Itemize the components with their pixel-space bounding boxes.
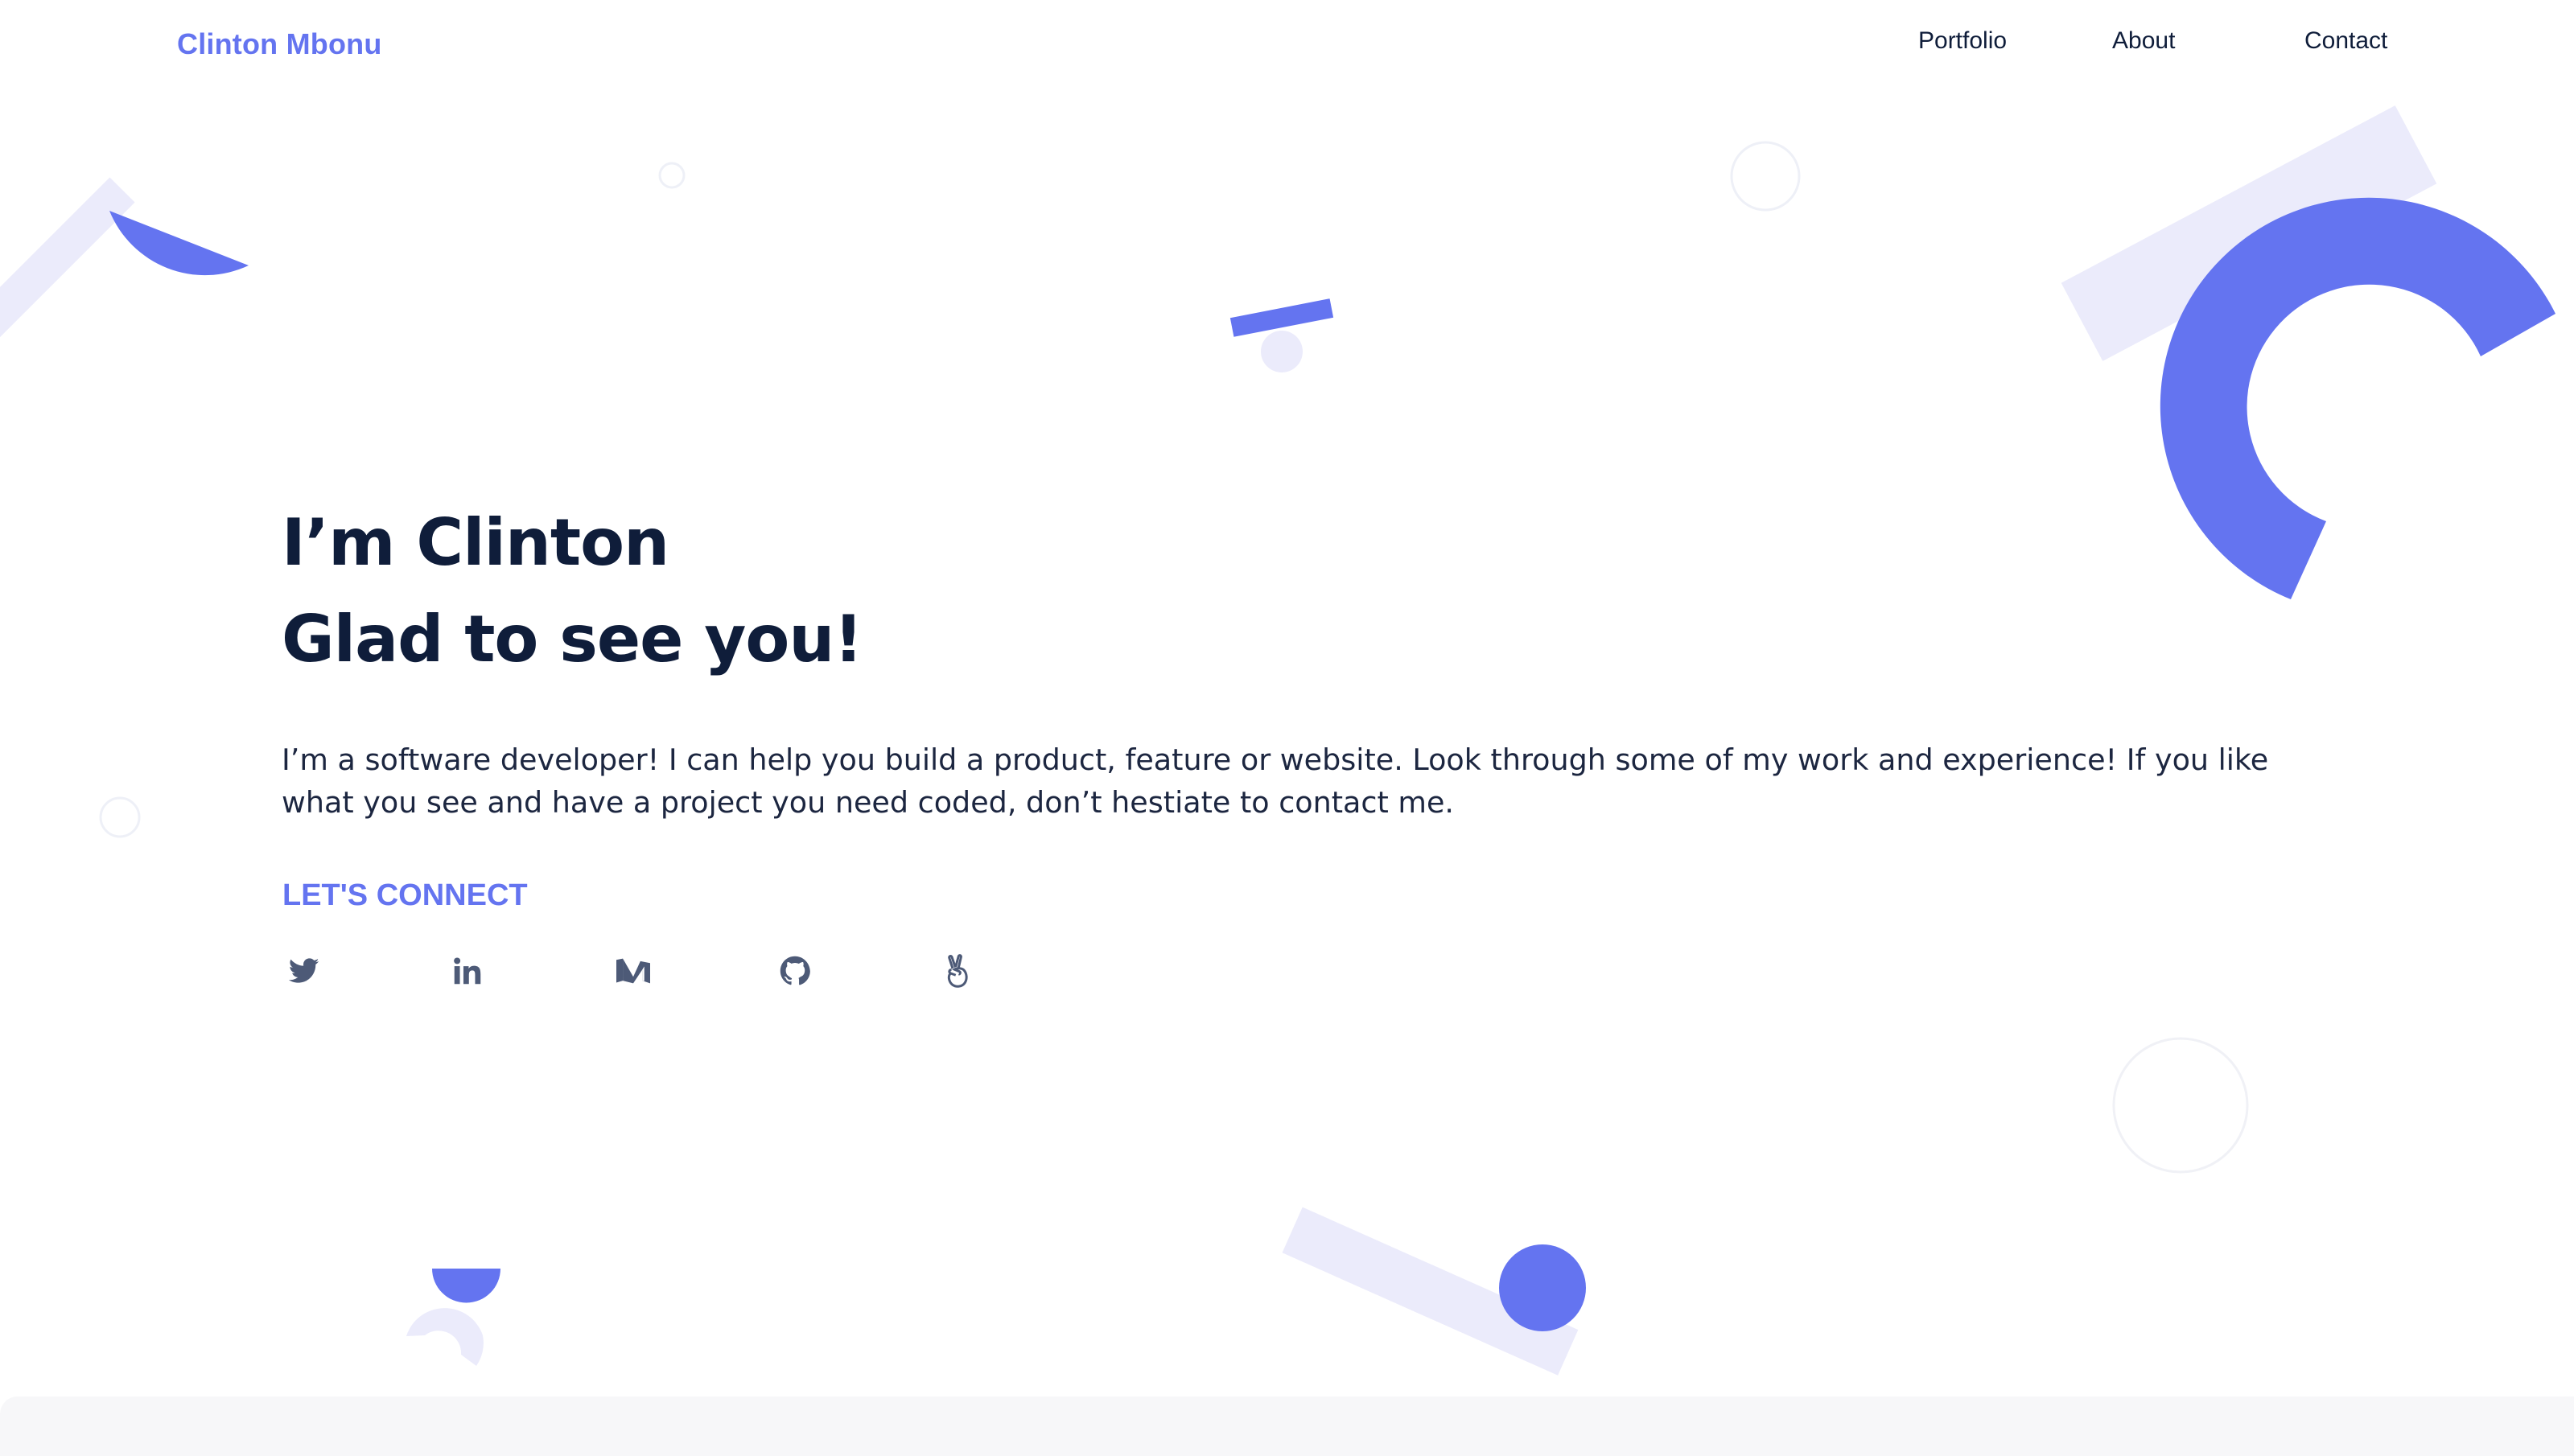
decor-half-disc-top-left xyxy=(109,211,249,276)
decor-ring-left xyxy=(99,796,141,838)
decor-ring-bottom-right xyxy=(2112,1037,2249,1174)
github-icon xyxy=(780,956,810,985)
medium-link[interactable] xyxy=(616,953,651,989)
decor-bar-top-left xyxy=(0,177,135,339)
nav-contact[interactable]: Contact xyxy=(2304,27,2387,55)
angellist-icon xyxy=(947,954,968,988)
medium-icon xyxy=(616,958,650,984)
nav-portfolio[interactable]: Portfolio xyxy=(1918,27,2007,55)
decor-arc-bottom-left xyxy=(406,1308,484,1366)
intro-paragraph: I’m a software developer! I can help you… xyxy=(282,742,2269,820)
decor-bar-center xyxy=(1229,298,1334,337)
decor-bar-bottom-center xyxy=(1282,1207,1579,1376)
twitter-icon xyxy=(289,958,319,983)
github-link[interactable] xyxy=(777,953,813,989)
hero-subtitle: Glad to see you! xyxy=(282,602,863,677)
decor-ring-small xyxy=(658,162,686,189)
decor-dot-center xyxy=(1261,331,1303,372)
linkedin-link[interactable] xyxy=(450,953,485,989)
decor-half-disc-bottom-left xyxy=(432,1269,500,1303)
brand-logo[interactable]: Clinton Mbonu xyxy=(177,27,382,61)
twitter-link[interactable] xyxy=(286,953,322,989)
linkedin-icon xyxy=(454,957,481,985)
background-decoration xyxy=(0,105,2555,1376)
nav-about[interactable]: About xyxy=(2112,27,2175,55)
hero-title: I’m Clinton xyxy=(282,505,669,580)
decor-dot-bottom-center xyxy=(1499,1244,1586,1331)
decor-bar-top-right xyxy=(2061,105,2437,361)
decor-arc-top-right xyxy=(2160,197,2555,600)
decor-ring-top xyxy=(1730,141,1801,212)
angellist-link[interactable] xyxy=(940,953,975,989)
next-section-band xyxy=(0,1396,2574,1456)
page: Clinton Mbonu Portfolio About Contact I’… xyxy=(0,0,2574,1456)
connect-heading: LET'S CONNECT xyxy=(282,878,528,912)
